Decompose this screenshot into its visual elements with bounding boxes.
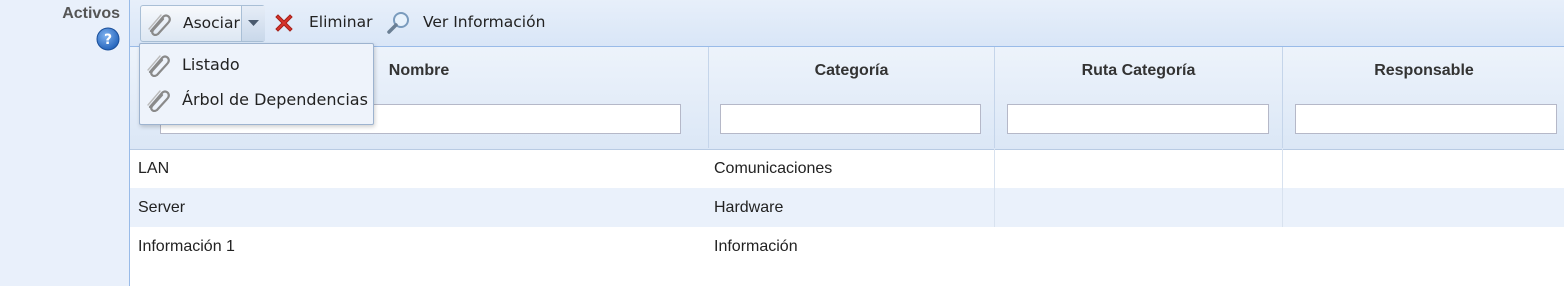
view-info-label: Ver Información <box>423 13 546 31</box>
table-row[interactable]: Server Hardware <box>130 188 1564 227</box>
delete-button[interactable]: Eliminar <box>272 5 373 40</box>
table-row[interactable]: LAN Comunicaciones <box>130 149 1564 188</box>
associate-label: Asociar <box>183 14 240 32</box>
field-label-area: Activos ? <box>0 0 125 286</box>
svg-text:?: ? <box>104 32 112 48</box>
associate-button[interactable]: Asociar <box>141 6 241 41</box>
menu-item-listado[interactable]: Listado <box>140 48 373 82</box>
question-icon[interactable]: ? <box>96 27 120 51</box>
cell-categoria: Información <box>714 238 798 255</box>
filter-responsable-input[interactable] <box>1295 104 1557 134</box>
column-title: Categoría <box>814 62 889 79</box>
column-divider <box>994 188 995 227</box>
toolbar: Asociar Eliminar Ver Información <box>130 0 1564 47</box>
filter-categoria-input[interactable] <box>720 104 981 134</box>
cell-categoria: Comunicaciones <box>714 160 833 177</box>
paperclip-icon <box>147 55 170 77</box>
column-title: Responsable <box>1374 62 1474 79</box>
cell-categoria: Hardware <box>714 199 784 216</box>
column-title: Ruta Categoría <box>1081 62 1196 79</box>
paperclip-icon <box>147 90 170 112</box>
column-ruta-categoria[interactable]: Ruta Categoría <box>995 47 1283 148</box>
view-info-button[interactable]: Ver Información <box>386 5 556 40</box>
column-divider <box>1282 188 1283 227</box>
filter-ruta-input[interactable] <box>1007 104 1269 134</box>
magnifier-icon <box>387 12 409 34</box>
cell-nombre: Información 1 <box>138 238 235 255</box>
field-label: Activos <box>62 5 120 22</box>
cell-nombre: LAN <box>138 160 170 177</box>
table-row[interactable]: Información 1 Información <box>130 227 1564 266</box>
column-divider <box>1282 149 1283 188</box>
cell-nombre: Server <box>138 199 186 216</box>
associate-dropdown-arrow[interactable] <box>241 6 265 41</box>
chevron-down-icon <box>248 20 259 26</box>
menu-item-label: Listado <box>182 55 240 74</box>
associate-dropdown-menu: Listado Árbol de Dependencias <box>139 43 374 125</box>
column-divider <box>994 149 995 188</box>
associate-split-button[interactable]: Asociar <box>140 5 265 42</box>
column-categoria[interactable]: Categoría <box>709 47 995 148</box>
menu-item-label: Árbol de Dependencias <box>182 90 368 109</box>
delete-label: Eliminar <box>309 13 373 31</box>
close-icon <box>275 14 293 32</box>
paperclip-icon <box>148 14 171 36</box>
menu-item-arbol-dependencias[interactable]: Árbol de Dependencias <box>140 83 373 117</box>
column-responsable[interactable]: Responsable <box>1283 47 1564 148</box>
